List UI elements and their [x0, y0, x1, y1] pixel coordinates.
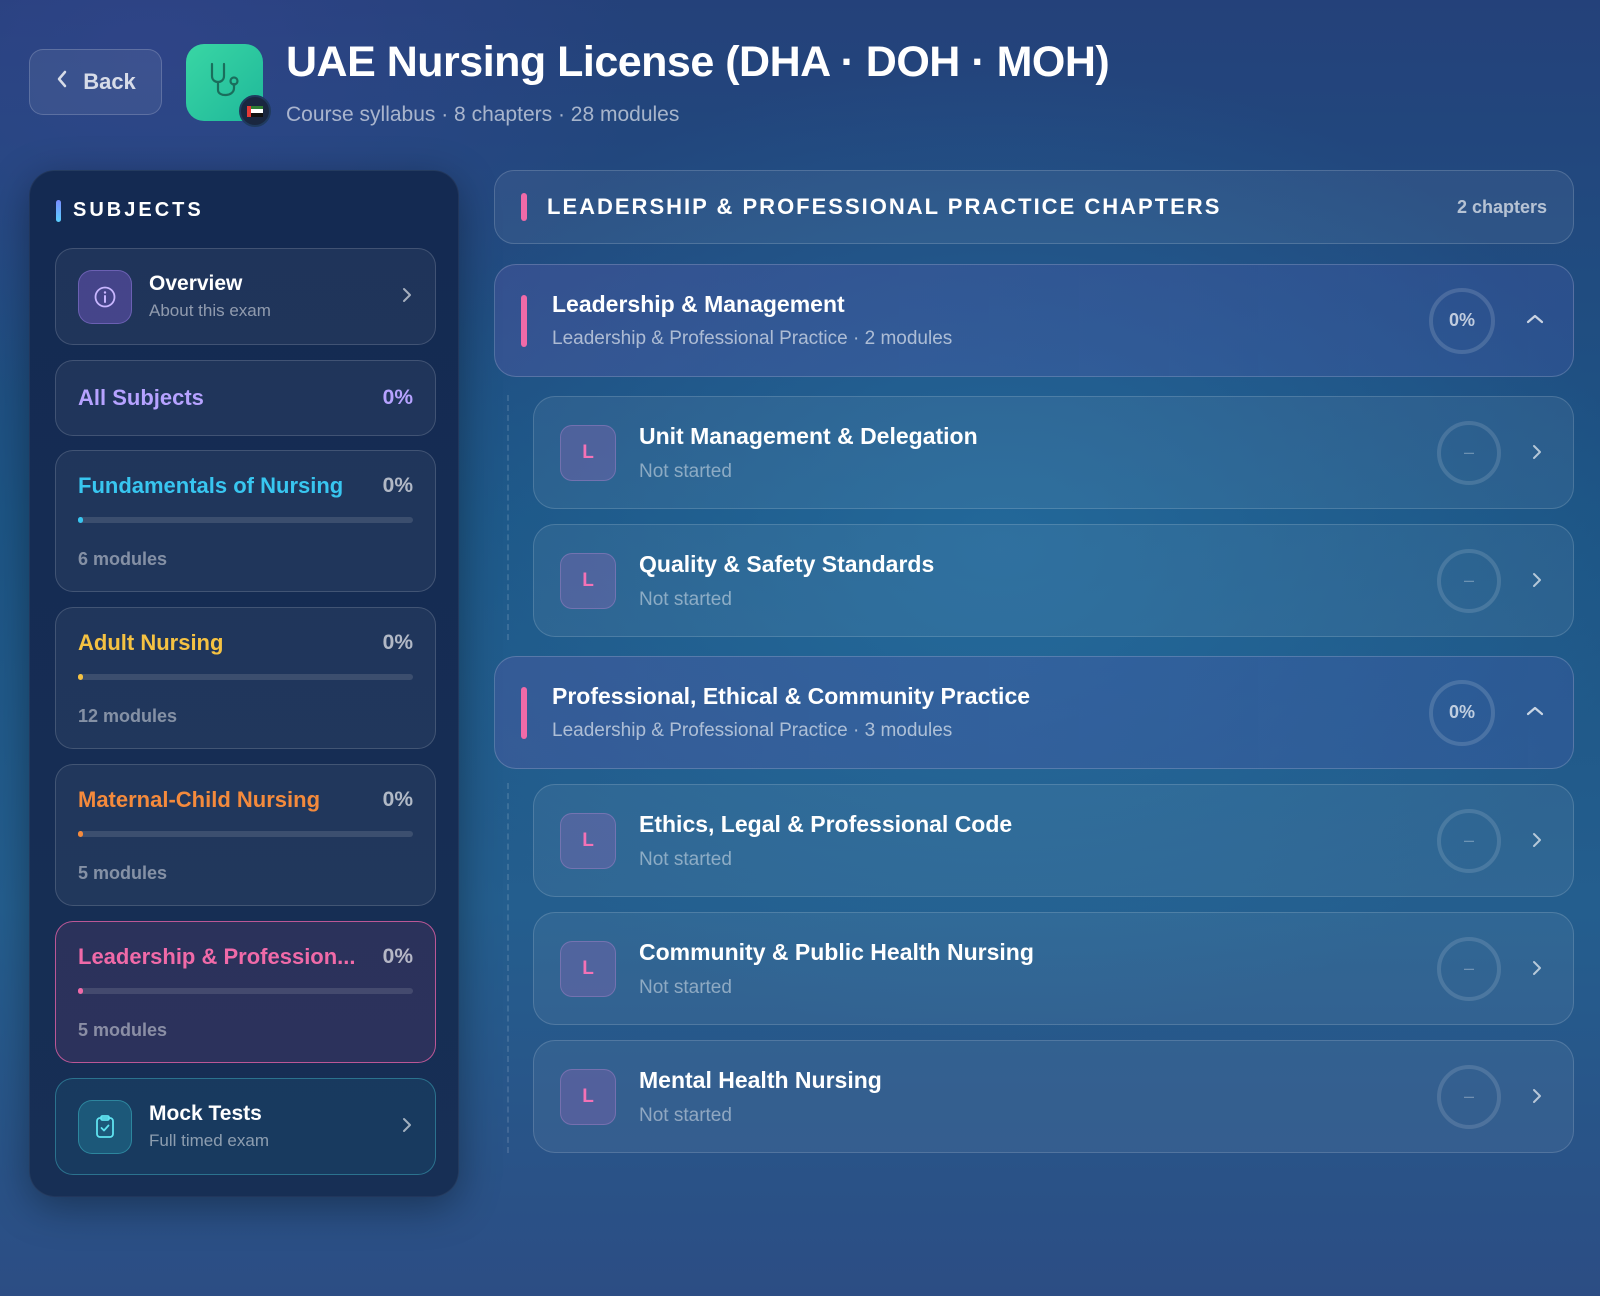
- subject-percent: 0%: [382, 631, 413, 654]
- subject-name: Maternal-Child Nursing: [78, 787, 321, 812]
- mock-tests-subtitle: Full timed exam: [149, 1131, 269, 1150]
- module-status: Not started: [639, 588, 732, 610]
- chevron-left-icon: [55, 69, 69, 95]
- sidebar-item-fundamentals[interactable]: Fundamentals of Nursing 0% 6 modules: [55, 450, 436, 592]
- back-button[interactable]: Back: [29, 49, 162, 115]
- module-progress-ring: –: [1437, 808, 1501, 873]
- module-status: Not started: [639, 1104, 732, 1126]
- module-item[interactable]: L Community & Public Health Nursing Not …: [533, 912, 1574, 1025]
- module-progress-ring: –: [1437, 1064, 1501, 1129]
- chapter-progress-ring: 0%: [1429, 679, 1495, 746]
- subject-percent: 0%: [382, 474, 413, 497]
- chevron-right-icon: [401, 283, 413, 311]
- subject-progress-bar: [78, 517, 413, 523]
- sidebar-item-leadership[interactable]: Leadership & Profession... 0% 5 modules: [55, 921, 436, 1063]
- subject-module-count: 5 modules: [78, 1020, 168, 1040]
- subject-module-count: 5 modules: [78, 863, 168, 883]
- module-item[interactable]: L Unit Management & Delegation Not start…: [533, 396, 1574, 509]
- info-icon: [78, 269, 132, 324]
- subject-progress-bar: [78, 831, 413, 837]
- module-progress-ring: –: [1437, 936, 1501, 1001]
- chevron-right-icon: [1527, 953, 1547, 984]
- sidebar-item-all-subjects[interactable]: All Subjects 0%: [55, 360, 436, 436]
- chapter-count: 2 chapters: [1456, 196, 1547, 217]
- chevron-right-icon: [1527, 437, 1547, 468]
- sidebar-heading: SUBJECTS: [56, 199, 204, 222]
- chevron-right-icon: [401, 1113, 413, 1141]
- sidebar-item-maternal-child[interactable]: Maternal-Child Nursing 0% 5 modules: [55, 764, 436, 906]
- module-tree-line: [507, 395, 509, 640]
- mock-tests-title: Mock Tests: [149, 1102, 262, 1125]
- module-title: Unit Management & Delegation: [639, 422, 978, 449]
- module-badge: L: [560, 1068, 616, 1125]
- stethoscope-icon: [210, 62, 239, 97]
- subject-name: Leadership & Profession...: [78, 944, 356, 969]
- subject-percent: 0%: [382, 788, 413, 811]
- chevron-up-icon[interactable]: [1523, 704, 1547, 722]
- module-title: Mental Health Nursing: [639, 1066, 882, 1093]
- section-title: LEADERSHIP & PROFESSIONAL PRACTICE CHAPT…: [547, 194, 1222, 219]
- chevron-right-icon: [1527, 1081, 1547, 1112]
- overview-subtitle: About this exam: [149, 301, 271, 320]
- clipboard-check-icon: [78, 1099, 132, 1154]
- sidebar-item-overview[interactable]: Overview About this exam: [55, 248, 436, 345]
- chapter-header[interactable]: Professional, Ethical & Community Practi…: [494, 656, 1574, 769]
- module-badge: L: [560, 424, 616, 481]
- chevron-right-icon: [1527, 825, 1547, 856]
- uae-flag-icon: [239, 95, 271, 127]
- chapter-accent-bar: [521, 686, 527, 739]
- chevron-right-icon: [1527, 565, 1547, 596]
- chapter-header[interactable]: Leadership & Management Leadership & Pro…: [494, 264, 1574, 377]
- chapter-subtitle: Leadership & Professional Practice · 2 m…: [552, 328, 953, 349]
- module-title: Quality & Safety Standards: [639, 550, 935, 577]
- subject-name: Adult Nursing: [78, 630, 224, 655]
- overview-title: Overview: [149, 272, 243, 295]
- subject-progress-bar: [78, 674, 413, 680]
- module-progress-ring: –: [1437, 548, 1501, 613]
- heading-accent-bar: [56, 199, 61, 222]
- module-item[interactable]: L Quality & Safety Standards Not started…: [533, 524, 1574, 637]
- subject-percent: 0%: [382, 945, 413, 968]
- sidebar-heading-label: SUBJECTS: [73, 199, 204, 221]
- section-accent-bar: [521, 193, 527, 221]
- page-subtitle: Course syllabus · 8 chapters · 28 module…: [286, 103, 680, 126]
- module-status: Not started: [639, 460, 732, 482]
- subjects-sidebar: SUBJECTS Overview About this exam All Su…: [29, 170, 459, 1197]
- module-status: Not started: [639, 976, 732, 998]
- chapter-title: Professional, Ethical & Community Practi…: [552, 683, 1031, 709]
- subject-progress-bar: [78, 988, 413, 994]
- module-item[interactable]: L Mental Health Nursing Not started –: [533, 1040, 1574, 1153]
- module-badge: L: [560, 940, 616, 997]
- app-logo: [186, 44, 271, 127]
- module-tree-line: [507, 783, 509, 1153]
- module-title: Ethics, Legal & Professional Code: [639, 810, 1013, 837]
- chapter-progress-ring: 0%: [1429, 287, 1495, 354]
- sidebar-item-mock-tests[interactable]: Mock Tests Full timed exam: [55, 1078, 436, 1175]
- back-label: Back: [83, 69, 136, 94]
- sidebar-item-adult-nursing[interactable]: Adult Nursing 0% 12 modules: [55, 607, 436, 749]
- module-badge: L: [560, 552, 616, 609]
- subject-module-count: 6 modules: [78, 549, 168, 569]
- module-badge: L: [560, 812, 616, 869]
- module-item[interactable]: L Ethics, Legal & Professional Code Not …: [533, 784, 1574, 897]
- subject-module-count: 12 modules: [78, 706, 178, 726]
- module-title: Community & Public Health Nursing: [639, 938, 1034, 965]
- module-status: Not started: [639, 848, 732, 870]
- chevron-up-icon[interactable]: [1523, 312, 1547, 330]
- all-subjects-label: All Subjects: [78, 385, 204, 410]
- page-title: UAE Nursing License (DHA · DOH · MOH): [286, 38, 1110, 86]
- all-subjects-percent: 0%: [382, 386, 413, 409]
- section-header: LEADERSHIP & PROFESSIONAL PRACTICE CHAPT…: [494, 170, 1574, 244]
- chapter-accent-bar: [521, 294, 527, 347]
- subject-name: Fundamentals of Nursing: [78, 473, 344, 498]
- chapter-subtitle: Leadership & Professional Practice · 3 m…: [552, 720, 953, 741]
- chapter-title: Leadership & Management: [552, 291, 845, 317]
- module-progress-ring: –: [1437, 420, 1501, 485]
